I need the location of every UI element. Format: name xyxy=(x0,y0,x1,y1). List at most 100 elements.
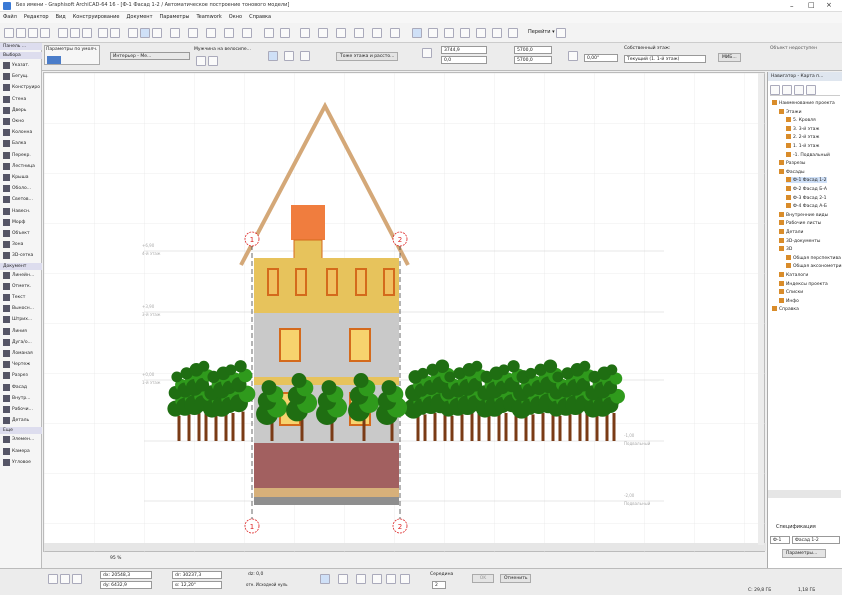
tool-item[interactable]: Балка xyxy=(2,139,40,149)
menu-item[interactable]: Teamwork xyxy=(196,12,221,23)
dz-field[interactable]: dz: 0,0 xyxy=(248,572,263,577)
guide-icon[interactable] xyxy=(338,574,348,584)
tool-item[interactable]: Линейн... xyxy=(2,271,40,281)
menu-item[interactable]: Окно xyxy=(229,12,242,23)
tool-item[interactable]: Перекр. xyxy=(2,151,40,161)
tool-item[interactable]: Конструиров xyxy=(2,83,40,93)
tool-item[interactable]: Камера xyxy=(2,447,40,457)
parallel-icon[interactable] xyxy=(386,574,396,584)
magic-wand-icon[interactable] xyxy=(170,28,180,38)
navigator-item[interactable]: -1. Подвальный xyxy=(786,151,830,158)
send-icon[interactable] xyxy=(508,28,518,38)
tool-item[interactable]: Колонна xyxy=(2,128,40,138)
navigator-item[interactable]: Инфо xyxy=(779,297,799,304)
3d-view-icon[interactable] xyxy=(412,28,422,38)
maximize-icon[interactable]: □ xyxy=(808,1,815,9)
menu-item[interactable]: Редактор xyxy=(24,12,49,23)
navigator-item[interactable]: Каталоги xyxy=(779,272,808,278)
next-icon[interactable] xyxy=(208,56,218,66)
view-map-icon[interactable] xyxy=(782,85,792,95)
pointer-icon[interactable] xyxy=(128,28,138,38)
navigator-item[interactable]: Рабочие листы xyxy=(779,220,821,226)
navigator-item[interactable]: Общая перспектива xyxy=(786,254,841,261)
model-button[interactable]: МИБ... xyxy=(718,53,741,62)
publish-icon[interactable] xyxy=(476,28,486,38)
edit-mode-icon[interactable] xyxy=(300,28,310,38)
vertical-scrollbar[interactable] xyxy=(758,73,764,545)
navigator-item[interactable]: 5. Кровля xyxy=(786,117,816,123)
relative-icon[interactable] xyxy=(400,574,410,584)
tool-item[interactable]: Объект xyxy=(2,229,40,239)
tool-item[interactable]: Окно xyxy=(2,117,40,127)
navigator-item[interactable]: 3D xyxy=(779,246,792,252)
menu-item[interactable]: Вид xyxy=(56,12,66,23)
split-icon[interactable] xyxy=(372,28,382,38)
rotated-method-icon[interactable] xyxy=(300,51,310,61)
tool-item[interactable]: Чертеж xyxy=(2,360,40,370)
perpendicular-icon[interactable] xyxy=(372,574,382,584)
geometry-method-icon[interactable] xyxy=(268,51,278,61)
default-settings-panel[interactable]: Параметры по умолч. xyxy=(44,45,100,65)
width-field[interactable]: 5700,0 xyxy=(514,46,552,54)
menu-item[interactable]: Файл xyxy=(3,12,17,23)
floor-plan-icon[interactable] xyxy=(444,28,454,38)
tool-item[interactable]: Дуга/о... xyxy=(2,338,40,348)
spec-id-field[interactable]: Ф-1 xyxy=(770,536,790,544)
angle-field[interactable]: 0,00° xyxy=(584,54,618,62)
open-file-icon[interactable] xyxy=(16,28,26,38)
tool-item[interactable]: Навесн. xyxy=(2,207,40,217)
section-view-icon[interactable] xyxy=(428,28,438,38)
navigator-item[interactable]: 2. 2-й этаж xyxy=(786,134,819,140)
previous-icon[interactable] xyxy=(196,56,206,66)
anchor-icon[interactable] xyxy=(422,48,432,58)
tool-item[interactable]: Указат. xyxy=(2,61,40,71)
print-icon[interactable] xyxy=(40,28,50,38)
tool-item[interactable]: Светов... xyxy=(2,195,40,205)
layer-dropdown[interactable]: Интерьер - Ме... xyxy=(110,52,190,60)
spec-name-field[interactable]: Фасад 1-2 xyxy=(792,536,840,544)
rect-method-icon[interactable] xyxy=(284,51,294,61)
pick-up-icon[interactable] xyxy=(140,28,150,38)
undo-icon[interactable] xyxy=(98,28,108,38)
teamwork-reserve-icon[interactable] xyxy=(556,28,566,38)
tool-item[interactable]: Оболо... xyxy=(2,184,40,194)
minimize-icon[interactable]: – xyxy=(790,2,794,10)
offset-icon[interactable] xyxy=(354,28,364,38)
tool-item[interactable]: Разрез xyxy=(2,371,40,381)
tool-item[interactable]: Штрих... xyxy=(2,315,40,325)
teamwork-icon[interactable] xyxy=(492,28,502,38)
navigator-item[interactable]: 3. 3-й этаж xyxy=(786,125,819,132)
navigator-item[interactable]: Детали xyxy=(779,229,803,235)
navigator-item[interactable]: Индексы проекта xyxy=(779,280,828,287)
elevation-field[interactable]: 3744,9 xyxy=(441,46,487,54)
tool-item[interactable]: Выносн... xyxy=(2,304,40,314)
snap-count-field[interactable]: 2 xyxy=(432,581,446,589)
params-button[interactable]: Параметры... xyxy=(782,549,826,558)
tool-item[interactable]: Фасад xyxy=(2,383,40,393)
copy-icon[interactable] xyxy=(70,28,80,38)
navigator-item[interactable]: 3D-документы xyxy=(779,237,820,244)
paste-icon[interactable] xyxy=(82,28,92,38)
new-file-icon[interactable] xyxy=(4,28,14,38)
navigator-item[interactable]: Ф-2 Фасад Б-А xyxy=(786,186,827,192)
navigator-item[interactable]: Внутренние виды xyxy=(779,211,828,218)
constraint-icon[interactable] xyxy=(356,574,366,584)
offset-field[interactable]: 0,0 xyxy=(441,56,487,64)
settings-icon[interactable] xyxy=(47,56,61,64)
dx-field[interactable]: dx: 20548,3 xyxy=(100,571,152,579)
menu-item[interactable]: Параметры xyxy=(160,12,190,23)
navigator-item[interactable]: Справка xyxy=(772,306,799,312)
tool-item[interactable]: Отметк. xyxy=(2,282,40,292)
tool-item[interactable]: Текст xyxy=(2,293,40,303)
angle-status-field[interactable]: α: 12,20° xyxy=(172,581,222,589)
angle-icon[interactable] xyxy=(568,51,578,61)
navigator-item[interactable]: Фасады xyxy=(779,168,805,175)
zoom-level[interactable]: 95 % xyxy=(110,554,140,564)
tool-item[interactable]: Деталь xyxy=(2,416,40,426)
height-field[interactable]: 5700,0 xyxy=(514,56,552,64)
elevation-canvas[interactable]: +6,90 4-й этаж +3,90 3-й этаж +0,00 1-й … xyxy=(43,72,766,553)
tool-item[interactable]: Дверь xyxy=(2,106,40,116)
adjust-icon[interactable] xyxy=(390,28,400,38)
menu-item[interactable]: Документ xyxy=(127,12,153,23)
save-icon[interactable] xyxy=(28,28,38,38)
